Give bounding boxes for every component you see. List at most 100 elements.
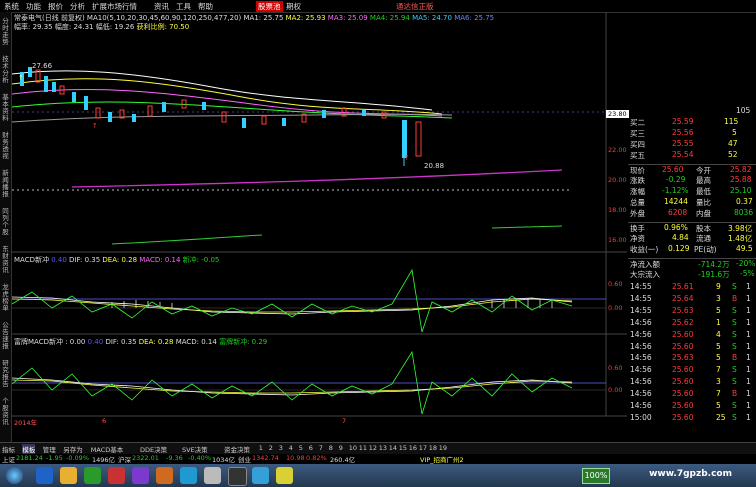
app-icon[interactable] [204, 467, 221, 484]
tick-cell: 5 [716, 353, 721, 363]
bottom-tab[interactable]: 16 [409, 444, 417, 452]
menu-extended-market[interactable]: 扩展市场行情 [92, 1, 137, 12]
bottom-tab[interactable]: 9 [339, 444, 343, 452]
bottom-tab[interactable]: 6 [309, 444, 313, 452]
side-tab[interactable]: 东财资讯 [0, 246, 11, 274]
stock-app-icon[interactable] [228, 467, 247, 486]
hs-amount: 1034亿 [212, 456, 236, 464]
tick-row: 15:00 25.60 25 S 1 [628, 413, 756, 424]
zoom-indicator[interactable]: 100% [582, 468, 610, 484]
bottom-tab[interactable]: 3 [279, 444, 283, 452]
bottom-tab[interactable]: 15 [399, 444, 407, 452]
menu-options[interactable]: 期权 [286, 1, 301, 12]
menu-help[interactable]: 帮助 [198, 1, 213, 12]
menu-tools[interactable]: 工具 [176, 1, 191, 12]
tick-cell: 14:56 [630, 377, 652, 387]
hs-value: 2322.01 [132, 454, 159, 462]
bottom-tab[interactable]: 2 [269, 444, 273, 452]
side-tab[interactable]: 研究报告 [0, 360, 11, 388]
kline-chart-svg: ↑ ↑ ↑ [11, 12, 627, 417]
x-axis-month: 6 [102, 417, 107, 425]
bid-row: 买二 25.59 115 [630, 117, 739, 127]
y-axis-tick: 22.00 [608, 146, 627, 154]
bottom-tab[interactable]: 11 [359, 444, 367, 452]
tick-cell: 1 [746, 293, 751, 303]
app-icon[interactable] [180, 467, 197, 484]
tick-row: 14:56 25.60 5 S 1 [628, 401, 756, 412]
tick-cell: S [732, 365, 737, 375]
tick-cell: 1 [746, 317, 751, 327]
side-tab[interactable]: 龙虎榜单 [0, 284, 11, 312]
side-tab[interactable]: 公告速报 [0, 322, 11, 350]
bottom-tab[interactable]: 1 [259, 444, 263, 452]
menu-analysis[interactable]: 分析 [70, 1, 85, 12]
app-icon[interactable] [276, 467, 293, 484]
macd1-title: MACD新冲 [14, 256, 49, 264]
tick-cell: 14:56 [630, 401, 652, 410]
cy-change: 10.98 [286, 454, 305, 462]
app-icon[interactable] [108, 467, 125, 484]
tick-cell: 25.63 [672, 305, 694, 315]
tick-cell: S [732, 341, 737, 351]
side-tab[interactable]: 分时走势 [0, 18, 11, 46]
side-tab[interactable]: 财务透视 [0, 132, 11, 160]
side-tab[interactable]: 新闻播报 [0, 170, 11, 198]
bottom-tab[interactable]: 19 [439, 444, 447, 452]
app-icon[interactable] [252, 467, 269, 484]
bottom-tab[interactable]: 8 [329, 444, 333, 452]
tick-row: 14:55 25.63 5 S 1 [628, 306, 756, 317]
menu-function[interactable]: 功能 [26, 1, 41, 12]
bottom-tab[interactable]: MACD基本 [91, 444, 123, 454]
bottom-tab[interactable]: 10 [349, 444, 357, 452]
side-tab[interactable]: 基本资料 [0, 94, 11, 122]
bottom-tab[interactable]: SVE决策 [182, 444, 208, 454]
app-icon[interactable] [156, 467, 173, 484]
side-tab[interactable]: 技术分析 [0, 56, 11, 84]
vip-label: VIP_招商广州2 [420, 456, 464, 464]
svg-text:↑: ↑ [92, 122, 98, 130]
app-icon[interactable] [132, 467, 149, 484]
tick-cell: B [732, 293, 738, 303]
quote-panel: 105 买二 25.59 115 买三 25.56 5 买四 25.55 47 … [608, 106, 756, 456]
macd2-tick: 0.60 [608, 364, 623, 372]
tick-cell: 25.63 [672, 353, 694, 363]
bottom-tab[interactable]: 指标 [2, 444, 15, 454]
tick-cell: 1 [716, 317, 721, 327]
tick-row: 14:56 25.60 3 S 1 [628, 377, 756, 388]
media-icon[interactable] [84, 467, 101, 484]
tick-cell: 14:55 [630, 293, 652, 303]
tick-cell: 25.60 [672, 389, 694, 399]
bottom-tab[interactable]: 7 [319, 444, 323, 452]
side-tab[interactable]: 个股资讯 [0, 398, 11, 426]
hs-change: -9.36 [166, 454, 183, 462]
chart-area[interactable]: ↑ ↑ ↑ 常泰电气(日线 前复权) MA10(5,10,20,30,45,60… [11, 12, 629, 442]
tick-cell: 25.60 [672, 412, 694, 422]
bottom-tab[interactable]: 13 [379, 444, 387, 452]
y-axis-tick: 20.00 [608, 176, 627, 184]
menu-system[interactable]: 系统 [4, 1, 19, 12]
bottom-tab[interactable]: 4 [289, 444, 293, 452]
bottom-tab[interactable]: 模板 [22, 444, 36, 454]
bottom-tab[interactable]: 5 [299, 444, 303, 452]
tick-row: 14:55 25.61 9 S 1 [628, 282, 756, 293]
tick-cell: 25.61 [672, 282, 694, 291]
side-tab[interactable]: 同列个股 [0, 208, 11, 236]
start-icon[interactable] [6, 467, 23, 484]
tick-cell: B [732, 389, 738, 399]
bottom-tab[interactable]: 资金决策 [224, 444, 250, 454]
menu-quote[interactable]: 报价 [48, 1, 63, 12]
bottom-tab[interactable]: 管理 [43, 444, 56, 454]
bottom-tab[interactable]: DDE决策 [140, 444, 167, 454]
ma1-value: MA1: 25.75 [243, 14, 284, 22]
menu-stock-pool[interactable]: 股票池 [256, 1, 283, 12]
bottom-tab[interactable]: 14 [389, 444, 397, 452]
browser-icon[interactable] [36, 467, 53, 484]
bottom-tab[interactable]: 另存为 [63, 444, 83, 454]
bottom-tab[interactable]: 17 [419, 444, 427, 452]
stat-row: 总量 14244 量比 0.37 [630, 197, 753, 207]
bottom-tab[interactable]: 12 [369, 444, 377, 452]
folder-icon[interactable] [60, 467, 77, 484]
bottom-tab[interactable]: 18 [429, 444, 437, 452]
macd2-macd: MACD: 0.14 [175, 338, 217, 346]
menu-info[interactable]: 资讯 [154, 1, 169, 12]
